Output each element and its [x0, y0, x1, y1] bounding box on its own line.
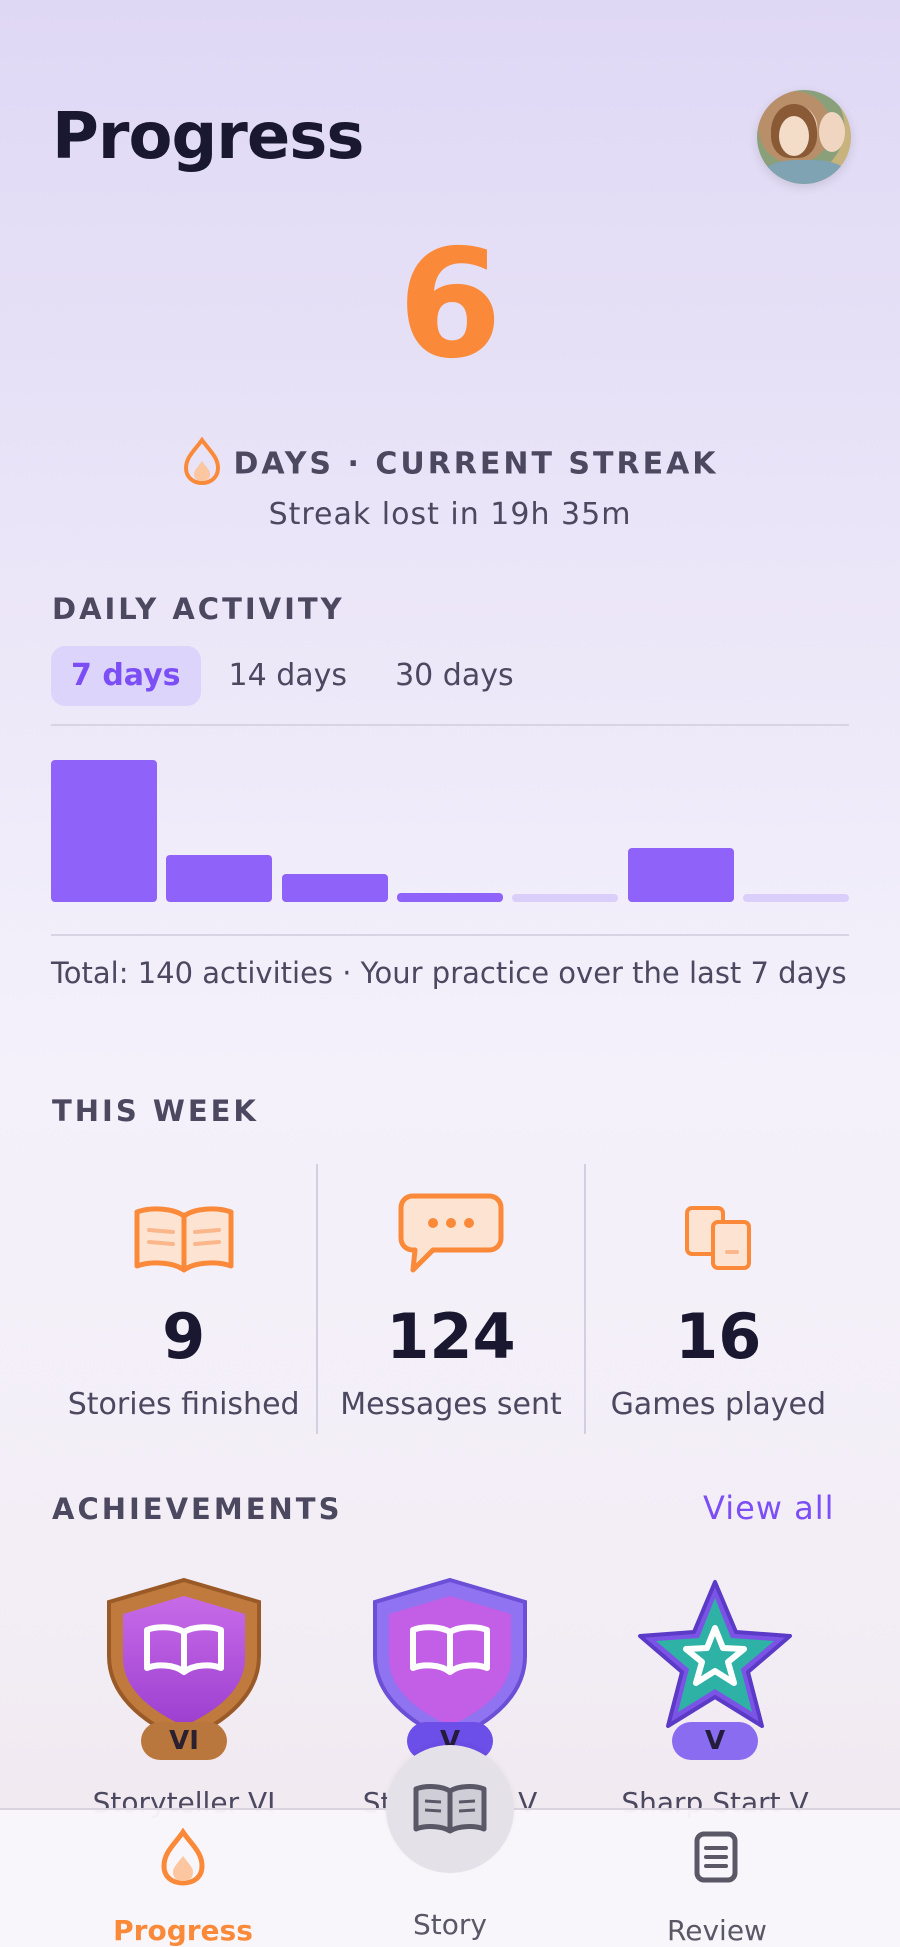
avatar-shirt	[765, 160, 845, 184]
tab-14-days[interactable]: 14 days	[209, 646, 368, 706]
avatar-face-2	[819, 112, 845, 152]
streak-lost-text: Streak lost in 19h 35m	[268, 497, 632, 532]
activity-bar	[512, 894, 618, 902]
flame-icon	[181, 436, 223, 493]
activity-bar	[282, 874, 388, 902]
this-week-heading: THIS WEEK	[52, 1094, 259, 1128]
chart-divider-top	[51, 724, 849, 726]
avatar-face	[779, 116, 809, 156]
achievements-heading: ACHIEVEMENTS	[52, 1492, 343, 1526]
story-badge-icon	[373, 1577, 527, 1743]
nav-label: Review	[667, 1914, 767, 1947]
book-icon	[413, 1784, 487, 1834]
stat-value: 124	[386, 1300, 516, 1373]
range-tabs: 7 days 14 days 30 days	[51, 646, 534, 706]
stat-messages: 124 Messages sent	[316, 1164, 583, 1434]
star-badge-icon	[638, 1580, 792, 1728]
chart-divider-bottom	[51, 934, 849, 936]
achievement-storyteller-vi[interactable]: VI Storyteller VI	[93, 1576, 275, 1819]
activity-bar	[628, 848, 734, 902]
story-button[interactable]	[386, 1745, 514, 1873]
avatar[interactable]	[757, 90, 851, 184]
activity-bar	[397, 893, 503, 902]
stat-label: Stories finished	[67, 1387, 300, 1422]
chat-bubble-icon	[318, 1184, 583, 1274]
streak-count: 6	[397, 218, 503, 392]
achievement-level: VI	[141, 1722, 227, 1760]
stat-label: Messages sent	[340, 1387, 562, 1422]
page-title: Progress	[52, 100, 364, 174]
activity-total: Total: 140 activities · Your practice ov…	[51, 956, 847, 990]
streak-label: DAYS · CURRENT STREAK	[233, 446, 719, 482]
daily-activity-chart	[51, 756, 849, 902]
tab-30-days[interactable]: 30 days	[375, 646, 534, 706]
nav-review[interactable]: Review	[567, 1810, 867, 1947]
streak-label-row: DAYS · CURRENT STREAK	[0, 436, 900, 493]
stat-games: 16 Games played	[583, 1164, 851, 1434]
storyteller-badge-icon	[107, 1577, 261, 1743]
game-cards-icon	[586, 1184, 851, 1274]
activity-bar	[743, 894, 849, 902]
open-book-icon	[51, 1184, 316, 1274]
achievement-level: V	[672, 1722, 758, 1760]
stat-value: 9	[162, 1300, 206, 1373]
progress-screen: Progress 6 DAYS · CURRENT STREAK Streak …	[0, 0, 900, 1947]
tab-7-days[interactable]: 7 days	[51, 646, 201, 706]
stat-label: Games played	[610, 1387, 827, 1422]
weekly-stats: 9 Stories finished 124 Messages sent 16 …	[51, 1164, 851, 1434]
notes-icon	[693, 1830, 739, 1888]
achievement-sharp-start-v[interactable]: V Sharp Start V	[621, 1576, 809, 1819]
view-all-link[interactable]: View all	[703, 1489, 835, 1527]
daily-activity-heading: DAILY ACTIVITY	[52, 592, 345, 626]
stat-value: 16	[675, 1300, 762, 1373]
nav-label: Progress	[113, 1914, 253, 1947]
nav-label: Story	[413, 1908, 487, 1941]
activity-bar	[166, 855, 272, 902]
activity-bar	[51, 760, 157, 902]
nav-progress[interactable]: Progress	[33, 1810, 333, 1947]
flame-icon	[157, 1827, 209, 1890]
stat-stories: 9 Stories finished	[51, 1164, 316, 1434]
